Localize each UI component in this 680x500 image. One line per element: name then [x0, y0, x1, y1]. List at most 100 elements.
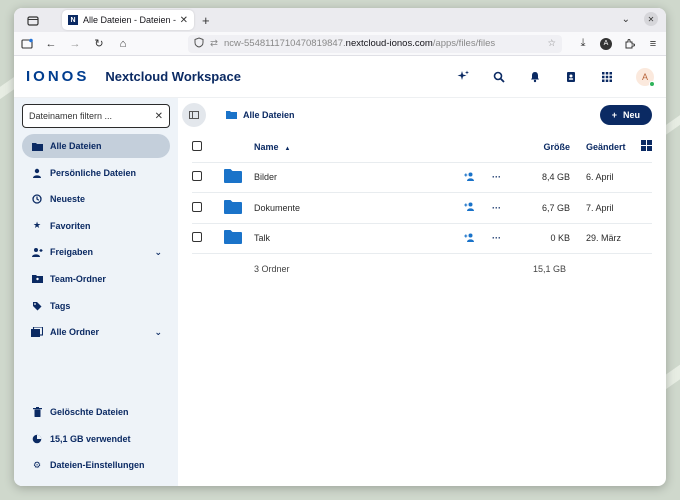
- new-tab-button[interactable]: +: [202, 13, 210, 28]
- tab-list-chevron-icon[interactable]: ⌄: [622, 14, 630, 25]
- file-modified: 7. April: [570, 192, 652, 224]
- chevron-down-icon[interactable]: ⌄: [154, 327, 162, 338]
- more-actions-icon[interactable]: ···: [492, 172, 501, 182]
- files-table: Name ▲ Größe Geändert Bilder ··· 8,4 GB 6…: [192, 132, 652, 284]
- reload-icon[interactable]: ↻: [92, 37, 106, 51]
- navigation-toggle-button[interactable]: [182, 103, 206, 127]
- table-row[interactable]: Dokumente ··· 6,7 GB 7. April: [192, 192, 652, 224]
- file-size: 0 KB: [520, 223, 570, 254]
- sidebar-item-label: Persönliche Dateien: [50, 167, 137, 178]
- person-icon: [30, 168, 44, 178]
- bookmark-star-icon[interactable]: ☆: [547, 38, 556, 49]
- search-icon[interactable]: [492, 70, 506, 84]
- filter-placeholder: Dateinamen filtern ...: [29, 111, 113, 121]
- menu-icon[interactable]: ≡: [646, 37, 660, 51]
- new-button[interactable]: + Neu: [599, 105, 652, 125]
- column-size[interactable]: Größe: [520, 132, 570, 163]
- sidebar-item-label: Team-Ordner: [50, 273, 106, 284]
- sidebar-item-label: Gelöschte Dateien: [50, 407, 129, 418]
- share-user-icon[interactable]: [464, 172, 475, 183]
- sidebar-item-label: Alle Dateien: [50, 141, 102, 151]
- sidebar-item-geloeschte-dateien[interactable]: Gelöschte Dateien: [22, 400, 170, 424]
- table-row[interactable]: Talk ··· 0 KB 29. März: [192, 223, 652, 254]
- browser-window: N Alle Dateien - Dateien - IONOS ✕ + ⌄ ✕…: [14, 8, 666, 486]
- active-tab[interactable]: N Alle Dateien - Dateien - IONOS ✕: [62, 10, 194, 30]
- account-icon[interactable]: A: [600, 37, 612, 50]
- download-icon[interactable]: ⤓: [576, 37, 590, 51]
- window-close-icon[interactable]: ✕: [644, 12, 658, 26]
- chevron-down-icon[interactable]: ⌄: [154, 247, 162, 258]
- total-size: 15,1 GB: [532, 264, 566, 274]
- url-text[interactable]: ncw-5548111710470819847.nextcloud-ionos.…: [224, 38, 542, 49]
- column-name[interactable]: Name ▲: [254, 132, 464, 163]
- sidebar-item-label: Dateien-Einstellungen: [50, 460, 145, 471]
- user-avatar[interactable]: A: [636, 67, 655, 87]
- breadcrumb[interactable]: Alle Dateien: [226, 110, 295, 121]
- folder-icon: [30, 142, 44, 151]
- table-summary-row: 3 Ordner 15,1 GB: [192, 254, 652, 285]
- sidebar-item-tags[interactable]: Tags: [22, 294, 170, 318]
- tab-close-icon[interactable]: ✕: [180, 15, 188, 26]
- share-user-icon[interactable]: [464, 202, 475, 213]
- home-icon[interactable]: ⌂: [116, 37, 130, 51]
- row-checkbox[interactable]: [192, 232, 202, 243]
- row-checkbox[interactable]: [192, 201, 202, 212]
- permissions-icon[interactable]: ⇄: [210, 38, 218, 49]
- sidebar-item-freigaben[interactable]: Freigaben ⌄: [22, 240, 170, 264]
- sidebar-item-alle-ordner[interactable]: Alle Ordner ⌄: [22, 320, 170, 344]
- more-actions-icon[interactable]: ···: [492, 203, 501, 213]
- sidebar-item-dateien-einstellungen[interactable]: ⚙ Dateien-Einstellungen: [22, 453, 170, 477]
- online-status-dot: [649, 80, 655, 87]
- sort-asc-icon: ▲: [284, 145, 291, 152]
- contacts-icon[interactable]: [564, 70, 578, 84]
- row-checkbox[interactable]: [192, 171, 202, 182]
- folder-icon: [224, 199, 242, 216]
- notifications-bell-icon[interactable]: [528, 70, 542, 84]
- app-title: Nextcloud Workspace: [105, 69, 241, 84]
- pie-chart-icon: [30, 434, 44, 444]
- more-actions-icon[interactable]: ···: [492, 233, 501, 243]
- clear-filter-icon[interactable]: ✕: [155, 111, 163, 122]
- sidebar-item-team-ordner[interactable]: Team-Ordner: [22, 267, 170, 291]
- table-row[interactable]: Bilder ··· 8,4 GB 6. April: [192, 162, 652, 193]
- sidebar-item-label: Tags: [50, 300, 71, 311]
- extensions-icon[interactable]: [622, 37, 636, 51]
- storage-usage[interactable]: 15,1 GB verwendet: [22, 427, 170, 451]
- filename-filter-input[interactable]: Dateinamen filtern ... ✕: [22, 104, 170, 128]
- sparkle-assistant-icon[interactable]: [456, 70, 470, 84]
- share-user-icon[interactable]: [464, 233, 475, 244]
- browser-toolbar: ← → ↻ ⌂ ⇄ ncw-5548111710470819847.nextcl…: [14, 32, 666, 56]
- gear-icon: ⚙: [32, 459, 42, 470]
- tab-overview-icon[interactable]: [20, 10, 46, 30]
- file-name[interactable]: Dokumente: [254, 192, 464, 224]
- column-modified[interactable]: Geändert: [570, 132, 632, 163]
- tab-bar: N Alle Dateien - Dateien - IONOS ✕ + ⌄ ✕: [14, 8, 666, 32]
- file-name[interactable]: Bilder: [254, 162, 464, 193]
- back-icon[interactable]: ←: [44, 37, 58, 51]
- select-all-checkbox[interactable]: [192, 140, 202, 151]
- forward-icon[interactable]: →: [68, 37, 82, 51]
- table-header: Name ▲ Größe Geändert: [192, 132, 652, 163]
- address-bar[interactable]: ⇄ ncw-5548111710470819847.nextcloud-iono…: [188, 34, 562, 53]
- file-size: 8,4 GB: [520, 162, 570, 193]
- sidebar-item-alle-dateien[interactable]: Alle Dateien: [22, 134, 170, 158]
- files-sidebar: Dateinamen filtern ... ✕ Alle Dateien Pe…: [14, 98, 178, 486]
- nextcloud-favicon-icon: N: [68, 15, 78, 25]
- file-size: 6,7 GB: [520, 192, 570, 224]
- file-name[interactable]: Talk: [254, 223, 464, 254]
- sidebar-item-neueste[interactable]: Neueste: [22, 187, 170, 211]
- sidebar-toggle-icon[interactable]: [20, 37, 34, 51]
- folder-icon: [224, 169, 242, 185]
- sidebar-item-persoenliche-dateien[interactable]: Persönliche Dateien: [22, 161, 170, 185]
- grid-view-icon[interactable]: [641, 140, 652, 153]
- folders-icon: [30, 327, 44, 338]
- new-button-label: Neu: [622, 110, 640, 120]
- shield-icon[interactable]: [194, 36, 204, 51]
- file-modified: 6. April: [570, 162, 652, 193]
- ionos-logo[interactable]: IONOS: [26, 68, 89, 85]
- sidebar-item-label: Alle Ordner: [50, 327, 100, 338]
- folder-icon: [224, 230, 242, 246]
- app-grid-icon[interactable]: [600, 70, 614, 84]
- sidebar-item-favoriten[interactable]: ★ Favoriten: [22, 214, 170, 238]
- storage-usage-label: 15,1 GB verwendet: [50, 433, 131, 444]
